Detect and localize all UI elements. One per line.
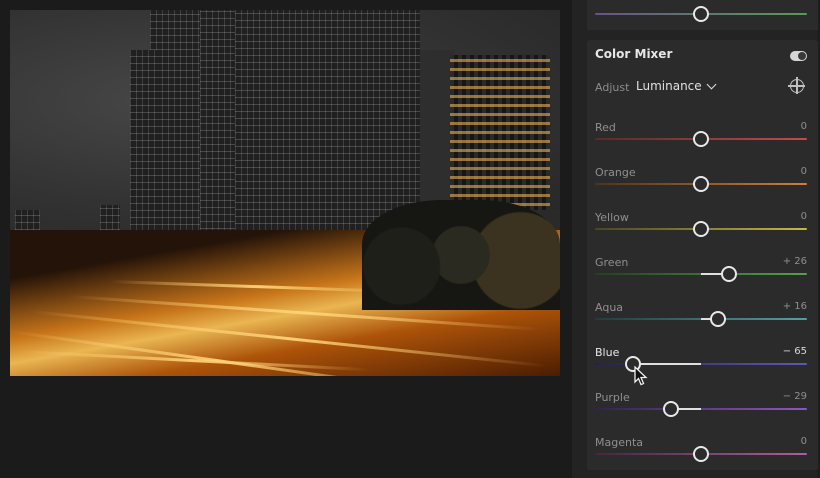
slider-value-yellow: 0 <box>800 211 807 222</box>
slider-row-red: Red 0 <box>595 121 807 161</box>
slider-row-yellow: Yellow 0 <box>595 211 807 251</box>
slider-value-aqua: + 16 <box>782 301 807 312</box>
slider-label-blue: Blue <box>595 346 620 359</box>
slider-thumb-orange[interactable] <box>693 176 709 192</box>
slider-thumb-aqua[interactable] <box>710 311 726 327</box>
toggle-knob <box>798 52 806 60</box>
chevron-down-icon <box>706 79 717 89</box>
slider-row-orange: Orange 0 <box>595 166 807 206</box>
slider-label-red: Red <box>595 121 616 134</box>
slider-thumb-yellow[interactable] <box>693 221 709 237</box>
slider-label-yellow: Yellow <box>595 211 629 224</box>
slider-label-green: Green <box>595 256 629 269</box>
previous-section-card <box>587 0 818 30</box>
slider-row-magenta: Magenta 0 <box>595 436 807 476</box>
slider-thumb-magenta[interactable] <box>693 446 709 462</box>
photo-building <box>200 10 240 250</box>
slider-row-blue: Blue − 65 <box>595 346 807 386</box>
slider-track-purple[interactable] <box>595 408 807 410</box>
slider-row-aqua: Aqua + 16 <box>595 301 807 341</box>
slider-row-purple: Purple − 29 <box>595 391 807 431</box>
slider-thumb-green[interactable] <box>721 266 737 282</box>
photo-building <box>130 50 160 260</box>
saturation-slider-thumb[interactable] <box>693 6 709 22</box>
slider-thumb-purple[interactable] <box>663 401 679 417</box>
slider-value-magenta: 0 <box>800 436 807 447</box>
photo-preview <box>10 10 560 376</box>
photo-building <box>450 55 550 215</box>
slider-label-magenta: Magenta <box>595 436 644 449</box>
slider-row-green: Green + 26 <box>595 256 807 296</box>
slider-value-green: + 26 <box>782 256 807 267</box>
slider-value-red: 0 <box>800 121 807 132</box>
adjust-label: Adjust <box>595 81 630 94</box>
adjust-mode-value: Luminance <box>636 79 702 93</box>
slider-value-orange: 0 <box>800 166 807 177</box>
targeted-adjustment-icon[interactable] <box>788 77 805 94</box>
slider-thumb-red[interactable] <box>693 131 709 147</box>
slider-fill-blue <box>633 363 701 365</box>
slider-value-purple: − 29 <box>782 391 807 402</box>
toggle-switch-icon[interactable] <box>790 51 807 61</box>
slider-label-aqua: Aqua <box>595 301 624 314</box>
photo-trees <box>362 200 560 311</box>
slider-label-purple: Purple <box>595 391 630 404</box>
slider-value-blue: − 65 <box>782 346 807 357</box>
slider-label-orange: Orange <box>595 166 636 179</box>
color-mixer-title: Color Mixer <box>595 47 673 61</box>
adjust-mode-dropdown[interactable]: Luminance <box>636 79 717 93</box>
mouse-pointer-icon <box>634 366 648 386</box>
